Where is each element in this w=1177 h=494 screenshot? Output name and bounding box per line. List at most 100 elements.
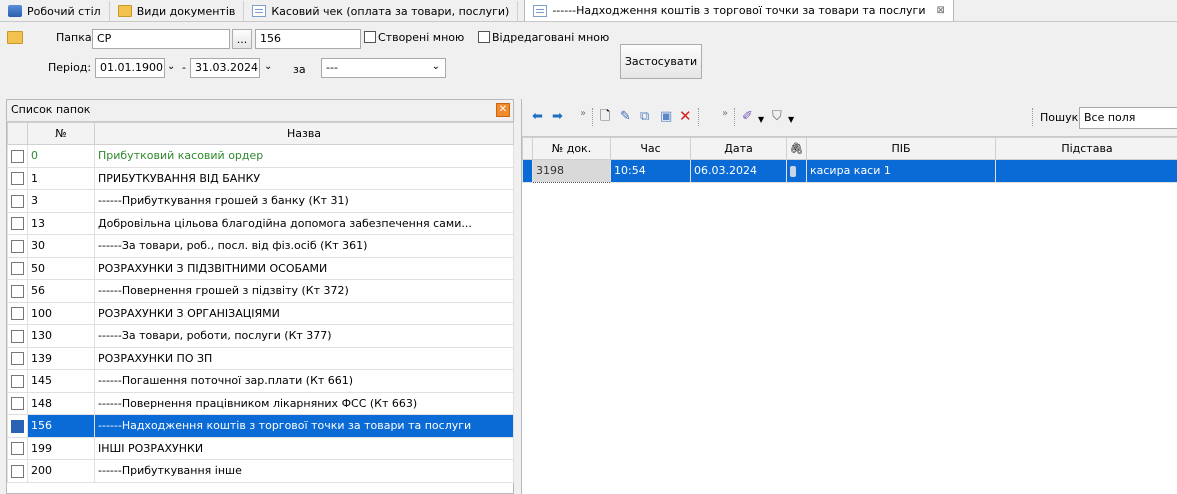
checkbox-icon[interactable] bbox=[11, 194, 24, 208]
checkbox-icon[interactable] bbox=[11, 352, 24, 365]
back-arrow-icon[interactable]: ⬅ bbox=[532, 110, 543, 124]
period-type-select[interactable]: --- ⌄ bbox=[321, 58, 446, 78]
checkbox-icon[interactable] bbox=[11, 374, 24, 388]
row-checkbox-cell[interactable] bbox=[7, 234, 28, 258]
documents-table: № док. Час Дата 🖇 ПІБ Підстава 3198 10:5… bbox=[522, 137, 1177, 183]
folder-icon bbox=[117, 5, 132, 17]
checkbox-icon[interactable] bbox=[11, 329, 24, 343]
panel-title: Список папок bbox=[11, 103, 91, 116]
checkbox-icon[interactable] bbox=[11, 239, 24, 253]
row-checkbox-cell[interactable] bbox=[7, 301, 28, 325]
row-checkbox-cell[interactable] bbox=[7, 211, 28, 235]
checkbox-icon[interactable] bbox=[11, 307, 24, 320]
table-row[interactable]: 139 РОЗРАХУНКИ ПО ЗП bbox=[7, 346, 514, 370]
date-from-field[interactable]: 01.01.1900 bbox=[95, 58, 165, 78]
checkbox-icon[interactable] bbox=[11, 397, 24, 410]
open-folder-icon[interactable] bbox=[7, 31, 23, 44]
edit-document-icon[interactable]: ✎ bbox=[620, 110, 631, 124]
checkbox-icon[interactable] bbox=[11, 442, 24, 455]
column-header-name[interactable]: Назва bbox=[94, 122, 514, 145]
table-row[interactable]: 199 ІНШІ РОЗРАХУНКИ bbox=[7, 436, 514, 460]
date-from-dropdown-icon[interactable]: ⌄ bbox=[167, 61, 175, 72]
table-row[interactable]: 156 ------Надходження коштів з торгової т… bbox=[7, 414, 514, 438]
document-icon bbox=[252, 5, 267, 17]
checkbox-icon[interactable] bbox=[11, 217, 24, 230]
row-checkbox-cell[interactable] bbox=[7, 144, 28, 168]
row-checkbox-cell[interactable] bbox=[7, 256, 28, 280]
new-document-icon[interactable]: 🗋 bbox=[600, 110, 610, 124]
search-label: Пошук: bbox=[1040, 111, 1082, 124]
date-to-field[interactable]: 31.03.2024 bbox=[190, 58, 260, 78]
chevron-down-icon[interactable]: ▼ bbox=[758, 113, 764, 127]
row-checkbox-cell[interactable] bbox=[7, 436, 28, 460]
column-header-attachment[interactable]: 🖇 bbox=[786, 137, 807, 160]
close-panel-icon[interactable]: ✕ bbox=[496, 103, 510, 117]
created-by-me-checkbox[interactable]: Створені мною bbox=[364, 31, 464, 44]
row-checkbox-cell[interactable] bbox=[7, 324, 28, 348]
table-row[interactable]: 130 ------За товари, роботи, послуги (Кт … bbox=[7, 324, 514, 348]
column-header-pib[interactable]: ПІБ bbox=[806, 137, 996, 160]
table-row[interactable]: 3198 10:54 06.03.2024 касира каси 1 bbox=[522, 159, 1177, 183]
forward-arrow-icon[interactable]: ➡ bbox=[552, 110, 563, 124]
table-row[interactable]: 30 ------За товари, роб., посл. від фіз.о… bbox=[7, 234, 514, 258]
table-row[interactable]: 56 ------Повернення грошей з підзвіту (Кт… bbox=[7, 279, 514, 303]
column-header-reason[interactable]: Підстава bbox=[995, 137, 1177, 160]
row-checkbox-cell[interactable] bbox=[7, 414, 28, 438]
table-row[interactable]: 3 ------Прибуткування грошей з банку (Кт … bbox=[7, 189, 514, 213]
header-row: № док. Час Дата 🖇 ПІБ Підстава bbox=[522, 137, 1177, 160]
row-checkbox-cell[interactable] bbox=[7, 189, 28, 213]
table-row[interactable]: 145 ------Погашення поточної зар.плати (К… bbox=[7, 369, 514, 393]
filter-icon[interactable]: ⛉ bbox=[772, 110, 782, 124]
checkbox-icon[interactable] bbox=[11, 284, 24, 298]
row-checkbox-cell[interactable] bbox=[7, 391, 28, 415]
table-row[interactable]: 1 ПРИБУТКУВАННЯ ВІД БАНКУ bbox=[7, 166, 514, 190]
checkbox-icon[interactable] bbox=[11, 419, 24, 433]
folder-number-field[interactable]: 156 bbox=[255, 29, 361, 49]
search-field-select[interactable]: Все поля bbox=[1079, 107, 1177, 129]
attachment-icon bbox=[790, 165, 796, 177]
row-checkbox-cell[interactable] bbox=[7, 459, 28, 483]
column-header-time[interactable]: Час bbox=[610, 137, 691, 160]
close-tab-icon[interactable]: ⊠ bbox=[936, 5, 944, 16]
tab-cash-receipt[interactable]: Касовий чек (оплата за товари, послуги) bbox=[244, 1, 519, 21]
folder-field[interactable]: СР bbox=[92, 29, 230, 49]
checkbox-icon[interactable] bbox=[11, 262, 24, 275]
row-checkbox-cell[interactable] bbox=[7, 166, 28, 190]
folder-number-cell: 200 bbox=[27, 459, 95, 483]
row-checkbox-cell[interactable] bbox=[7, 369, 28, 393]
table-row[interactable]: 13 Добровільна цільова благодійна допомог… bbox=[7, 211, 514, 235]
row-checkbox-cell[interactable] bbox=[7, 279, 28, 303]
column-header-doc-no[interactable]: № док. bbox=[532, 137, 611, 160]
delete-icon[interactable]: ✕ bbox=[679, 109, 692, 124]
folder-number-cell: 145 bbox=[27, 369, 95, 393]
row-checkbox-cell[interactable] bbox=[7, 346, 28, 370]
date-to-dropdown-icon[interactable]: ⌄ bbox=[264, 61, 272, 72]
edited-by-me-checkbox[interactable]: Відредаговані мною bbox=[478, 31, 609, 44]
column-header-date[interactable]: Дата bbox=[690, 137, 787, 160]
chevron-down-icon: ⌄ bbox=[431, 61, 440, 72]
tab-label: ------Надходження коштів з торгової точк… bbox=[552, 4, 926, 17]
checkbox-icon[interactable] bbox=[11, 149, 24, 163]
view-document-icon[interactable]: ▣ bbox=[660, 110, 672, 124]
table-row[interactable]: 50 РОЗРАХУНКИ З ПІДЗВІТНИМИ ОСОБАМИ bbox=[7, 256, 514, 280]
browse-button[interactable]: ... bbox=[232, 29, 252, 49]
tab-document-types[interactable]: Види документів bbox=[110, 1, 245, 21]
table-row[interactable]: 148 ------Повернення працівником лікарнян… bbox=[7, 391, 514, 415]
column-header-no[interactable]: № bbox=[27, 122, 95, 145]
toolbar-separator bbox=[698, 108, 699, 126]
copy-document-icon[interactable]: ⧉ bbox=[640, 110, 649, 124]
toolbar-separator bbox=[734, 108, 735, 126]
tab-income-trade-point[interactable]: ------Надходження коштів з торгової точк… bbox=[524, 0, 954, 21]
overflow-chevron-icon[interactable]: » bbox=[580, 107, 586, 121]
tools-icon[interactable]: ✐ bbox=[742, 110, 753, 124]
apply-button[interactable]: Застосувати bbox=[620, 44, 702, 79]
chevron-down-icon[interactable]: ▼ bbox=[788, 113, 794, 127]
overflow-chevron-icon[interactable]: » bbox=[722, 107, 728, 121]
table-row[interactable]: 0 Прибутковий касовий ордер bbox=[7, 144, 514, 168]
checkbox-icon[interactable] bbox=[11, 172, 24, 185]
table-row[interactable]: 100 РОЗРАХУНКИ З ОРГАНІЗАЦІЯМИ bbox=[7, 301, 514, 325]
tab-desktop[interactable]: Робочий стіл bbox=[0, 1, 110, 21]
checkbox-icon[interactable] bbox=[11, 464, 24, 478]
table-row[interactable]: 200 ------Прибуткування інше bbox=[7, 459, 514, 483]
folder-number-cell: 56 bbox=[27, 279, 95, 303]
